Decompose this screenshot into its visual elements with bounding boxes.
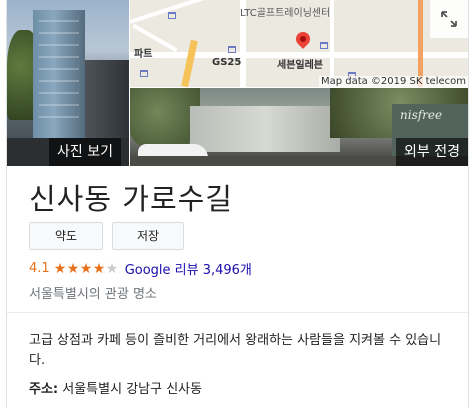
map-label-apart: 파트 xyxy=(134,49,153,60)
map-thumbnail[interactable]: LTC골프트레이닝센터 파트 GS25 세븐일레븐 Map data ©2019… xyxy=(130,0,468,87)
map-pin-icon xyxy=(293,29,313,49)
shopping-cart-icon xyxy=(320,42,328,49)
place-description: 고급 상점과 카페 등이 즐비한 거리에서 왕래하는 사람들을 지켜볼 수 있습… xyxy=(29,333,442,368)
place-title: 신사동 가로수길 xyxy=(29,182,233,216)
reviews-link[interactable]: Google 리뷰 3,496개 xyxy=(125,259,252,278)
map-main-road xyxy=(181,39,198,87)
star-rating: ★★★★★★ xyxy=(54,262,119,276)
street-photo[interactable]: 사진 보기 xyxy=(7,0,129,166)
rating-row: 4.1 ★★★★★★ Google 리뷰 3,496개 xyxy=(29,259,252,278)
directions-button[interactable]: 약도 xyxy=(29,222,103,250)
shopping-cart-icon xyxy=(140,70,148,77)
map-label-landmark: LTC골프트레이닝센터 xyxy=(240,8,331,19)
star-icon: ★ xyxy=(53,260,67,277)
star-icon: ★ xyxy=(66,260,80,277)
rating-value: 4.1 xyxy=(29,261,50,276)
shopping-cart-icon xyxy=(168,12,176,19)
shop-sign: nisfree xyxy=(400,108,443,122)
map-label-seven-eleven: 세븐일레븐 xyxy=(277,60,323,71)
map-road xyxy=(330,0,334,87)
save-button[interactable]: 저장 xyxy=(112,222,184,250)
exterior-view-caption[interactable]: 외부 전경 xyxy=(396,138,468,166)
map-copyright: Map data ©2019 SK telecom xyxy=(318,76,468,87)
view-photos-caption[interactable]: 사진 보기 xyxy=(49,138,121,166)
map-road xyxy=(130,0,245,24)
star-icon: ★ xyxy=(92,260,106,277)
map-main-road xyxy=(418,0,423,87)
address-row: 주소: 서울특별시 강남구 신사동 xyxy=(29,378,202,397)
knowledge-panel: 사진 보기 LTC골프트레이닝센터 파트 GS25 세븐일레븐 Map data… xyxy=(6,0,469,408)
exterior-photo[interactable]: nisfree 외부 전경 xyxy=(130,88,468,166)
divider xyxy=(7,312,468,313)
expand-map-button[interactable] xyxy=(430,0,468,38)
shopping-cart-icon xyxy=(228,46,236,53)
photo-wall xyxy=(190,106,340,152)
star-icon: ★ xyxy=(79,260,93,277)
star-icon: ★★ xyxy=(105,260,119,277)
map-label-gs25: GS25 xyxy=(212,57,242,68)
expand-icon xyxy=(441,11,457,27)
address-label: 주소: xyxy=(29,382,59,397)
photo-strip: 사진 보기 LTC골프트레이닝센터 파트 GS25 세븐일레븐 Map data… xyxy=(7,0,468,166)
address-value: 서울특별시 강남구 신사동 xyxy=(58,382,203,397)
place-category: 서울특별시의 관광 명소 xyxy=(29,287,157,302)
